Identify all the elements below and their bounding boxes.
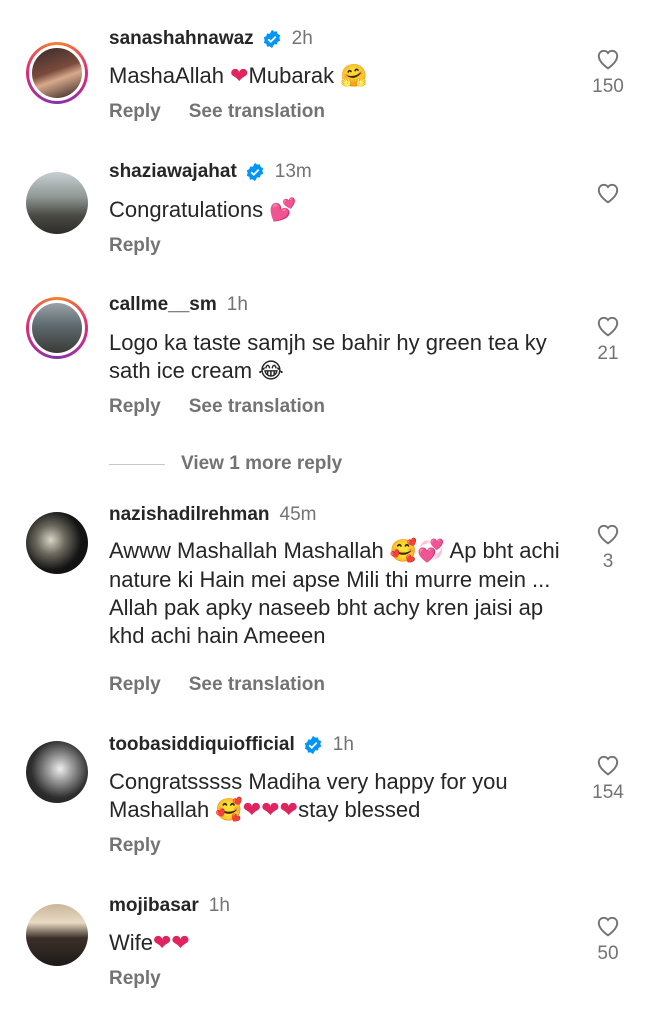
username[interactable]: toobasiddiquiofficial [109,734,295,756]
comment-text: Wife❤❤ [109,930,190,956]
avatar[interactable] [26,172,88,234]
comment-text: Awww Mashallah Mashallah 🥰💞 Ap bht achi … [109,538,560,648]
verified-badge-icon [263,29,280,49]
reply-button[interactable]: Reply [109,235,161,257]
comments-list: sanashahnawaz 2h MashaAllah ❤Mubarak 🤗 R… [0,0,659,1024]
divider [109,463,165,465]
timestamp: 2h [291,28,313,49]
like-count: 21 [597,343,619,364]
reply-button[interactable]: Reply [109,968,161,990]
comment-text: MashaAllah ❤Mubarak 🤗 [109,63,368,89]
reply-button[interactable]: Reply [109,101,161,123]
like-count: 3 [602,551,614,572]
verified-badge-icon [304,735,321,755]
heart-outline-icon[interactable] [595,180,621,204]
timestamp: 1h [332,734,354,755]
comment-text: Congratulations 💕 [109,197,297,223]
like-count: 50 [597,943,619,964]
see-translation-button[interactable]: See translation [189,101,325,123]
heart-outline-icon[interactable] [595,521,621,545]
comment-text: Congratsssss Madiha very happy for you M… [109,769,508,823]
reply-button[interactable]: Reply [109,396,161,418]
avatar[interactable] [26,42,88,104]
like-count: 154 [592,782,624,803]
view-more-replies-label[interactable]: View 1 more reply [181,453,342,475]
like-count: 150 [592,76,624,97]
timestamp: 45m [279,504,317,525]
see-translation-button[interactable]: See translation [189,674,325,696]
verified-badge-icon [246,162,263,182]
see-translation-button[interactable]: See translation [189,396,325,418]
timestamp: 13m [274,161,312,182]
username[interactable]: mojibasar [109,895,199,917]
avatar[interactable] [26,741,88,803]
comment-text: Logo ka taste samjh se bahir hy green te… [109,330,547,384]
avatar[interactable] [26,297,88,359]
avatar[interactable] [26,904,88,966]
heart-outline-icon[interactable] [595,752,621,776]
heart-outline-icon[interactable] [595,913,621,937]
view-more-replies[interactable]: View 1 more reply [109,453,342,475]
reply-button[interactable]: Reply [109,674,161,696]
username[interactable]: nazishadilrehman [109,504,270,526]
avatar[interactable] [26,512,88,574]
username[interactable]: sanashahnawaz [109,28,254,50]
username[interactable]: callme__sm [109,294,217,316]
heart-outline-icon[interactable] [595,313,621,337]
timestamp: 1h [208,895,230,916]
username[interactable]: shaziawajahat [109,161,237,183]
heart-outline-icon[interactable] [595,46,621,70]
reply-button[interactable]: Reply [109,835,161,857]
timestamp: 1h [226,294,248,315]
